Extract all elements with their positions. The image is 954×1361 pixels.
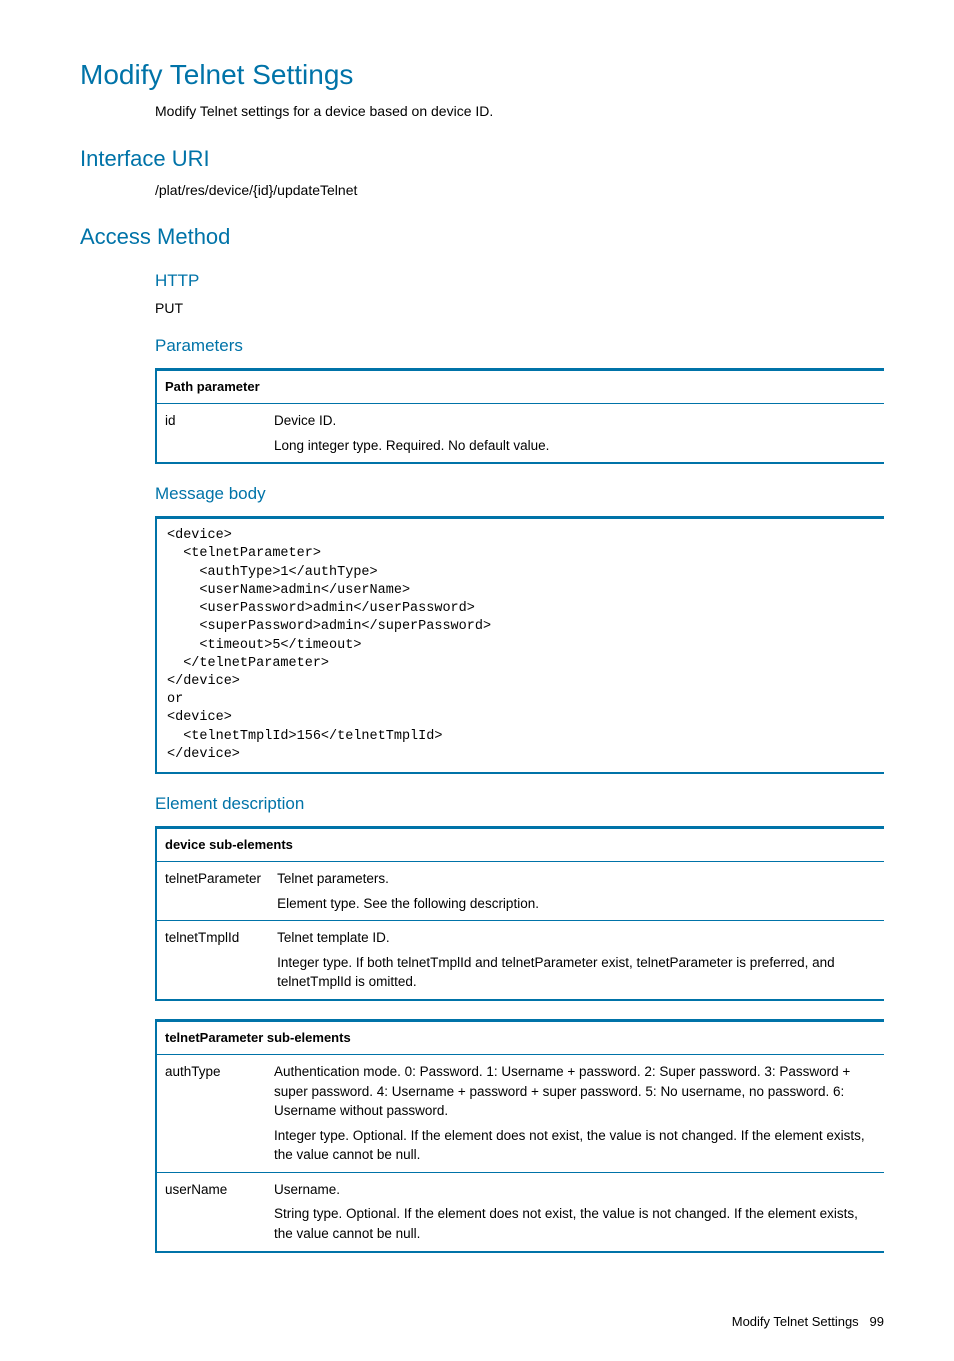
page-footer: Modify Telnet Settings 99: [80, 1313, 884, 1331]
page-title: Modify Telnet Settings: [80, 55, 884, 94]
access-method-heading: Access Method: [80, 222, 884, 253]
path-parameter-table: Path parameter id Device ID. Long intege…: [155, 368, 884, 464]
device-sub-header: device sub-elements: [156, 827, 884, 861]
element-description-heading: Element description: [155, 792, 884, 816]
param-desc: Device ID. Long integer type. Required. …: [266, 404, 884, 464]
element-name: telnetParameter: [156, 862, 269, 921]
element-desc: Telnet template ID. Integer type. If bot…: [269, 921, 884, 1000]
param-name: id: [156, 404, 266, 464]
page-description: Modify Telnet settings for a device base…: [155, 102, 884, 122]
telnet-param-header: telnetParameter sub-elements: [156, 1020, 884, 1054]
http-method: PUT: [155, 299, 884, 319]
http-heading: HTTP: [155, 269, 884, 293]
element-desc: Username. String type. Optional. If the …: [266, 1172, 884, 1251]
parameters-heading: Parameters: [155, 334, 884, 358]
footer-page-number: 99: [870, 1314, 884, 1329]
table-row: userName Username. String type. Optional…: [156, 1172, 884, 1251]
interface-uri-value: /plat/res/device/{id}/updateTelnet: [155, 181, 884, 201]
table-row: authType Authentication mode. 0: Passwor…: [156, 1055, 884, 1173]
path-param-header: Path parameter: [156, 370, 884, 404]
table-row: telnetTmplId Telnet template ID. Integer…: [156, 921, 884, 1000]
table-row: id Device ID. Long integer type. Require…: [156, 404, 884, 464]
footer-title: Modify Telnet Settings: [732, 1314, 859, 1329]
message-body-code: <device> <telnetParameter> <authType>1</…: [155, 516, 884, 774]
device-sub-elements-table: device sub-elements telnetParameter Teln…: [155, 826, 884, 1001]
element-name: telnetTmplId: [156, 921, 269, 1000]
element-name: authType: [156, 1055, 266, 1173]
element-name: userName: [156, 1172, 266, 1251]
message-body-heading: Message body: [155, 482, 884, 506]
table-row: telnetParameter Telnet parameters. Eleme…: [156, 862, 884, 921]
element-desc: Authentication mode. 0: Password. 1: Use…: [266, 1055, 884, 1173]
telnet-parameter-sub-elements-table: telnetParameter sub-elements authType Au…: [155, 1019, 884, 1253]
interface-uri-heading: Interface URI: [80, 144, 884, 175]
element-desc: Telnet parameters. Element type. See the…: [269, 862, 884, 921]
